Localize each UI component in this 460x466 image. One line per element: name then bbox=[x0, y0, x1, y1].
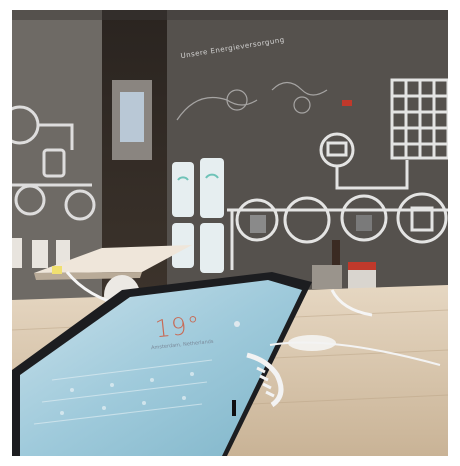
photo-illustration bbox=[12, 10, 448, 456]
store-photo: Unsere Energieversorgung 19° Amsterdam, … bbox=[12, 10, 448, 456]
temperature-readout: 19° bbox=[153, 310, 202, 344]
